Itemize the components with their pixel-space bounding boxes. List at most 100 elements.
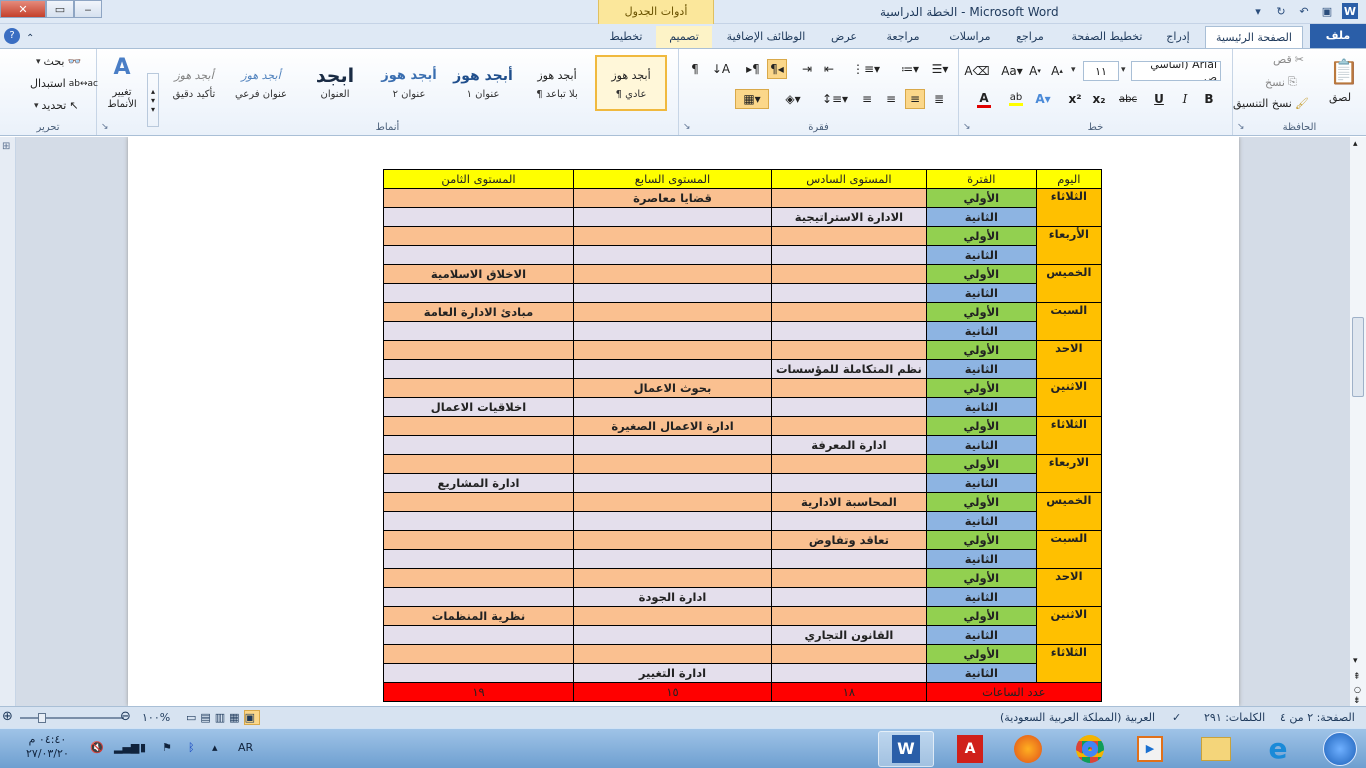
highlight-color-button[interactable]: ab (1003, 89, 1029, 109)
course-cell-level-6[interactable]: الادارة الاستراتيجية (771, 207, 927, 227)
course-cell-level-7[interactable] (573, 473, 772, 493)
course-cell-level-8[interactable]: الاخلاق الاسلامية (383, 264, 574, 284)
period-cell[interactable]: الأولي (925, 530, 1037, 550)
course-cell-level-8[interactable] (383, 454, 574, 474)
day-cell[interactable]: الاثنين (1035, 606, 1102, 645)
font-dialog-launcher-icon[interactable]: ↘ (963, 122, 971, 132)
course-cell-level-8[interactable] (383, 188, 574, 208)
total-level-8[interactable]: ١٩ (383, 682, 574, 702)
replace-button[interactable]: استبدال ab↔ac (30, 77, 98, 90)
period-cell[interactable]: الثانية (925, 663, 1037, 683)
day-cell[interactable]: الثلاثاء (1035, 416, 1102, 455)
total-level-7[interactable]: ١٥ (573, 682, 772, 702)
tab-table-design[interactable]: تصميم (656, 26, 712, 48)
align-left-icon[interactable]: ≡ (857, 89, 877, 109)
input-language[interactable]: AR (238, 741, 253, 754)
zoom-slider[interactable] (4, 707, 124, 729)
superscript-button[interactable]: x² (1065, 89, 1085, 109)
ruler-toggle-icon[interactable]: ⊞ (2, 141, 10, 152)
decrease-indent-icon[interactable]: ⇤ (819, 59, 839, 79)
font-size-box[interactable]: ١١ (1083, 61, 1119, 81)
period-cell[interactable]: الثانية (925, 473, 1037, 493)
course-cell-level-7[interactable] (573, 435, 772, 455)
course-cell-level-8[interactable] (383, 511, 574, 531)
minimize-button[interactable]: ‒ (74, 0, 102, 18)
period-cell[interactable]: الأولي (925, 302, 1037, 322)
period-cell[interactable]: الأولي (925, 454, 1037, 474)
font-size-dropdown-icon[interactable]: ▾ (1071, 65, 1076, 75)
course-cell-level-7[interactable]: قضايا معاصرة (573, 188, 772, 208)
course-cell-level-7[interactable] (573, 245, 772, 265)
find-button[interactable]: ▾ بحث 👓 (36, 55, 81, 68)
day-cell[interactable]: السبت (1035, 530, 1102, 569)
shrink-font-icon[interactable]: A ▾ (1025, 61, 1045, 81)
course-cell-level-8[interactable] (383, 435, 574, 455)
select-button[interactable]: ▾ تحديد ↖ (34, 99, 79, 112)
increase-indent-icon[interactable]: ⇥ (797, 59, 817, 79)
ltr-direction-icon[interactable]: ▸¶ (743, 59, 763, 79)
day-cell[interactable]: الاحد (1035, 340, 1102, 379)
course-cell-level-6[interactable] (771, 188, 927, 208)
style-subtitle[interactable]: أبجد هوز عنوان فرعي (225, 57, 297, 113)
day-cell[interactable]: الثلاثاء (1035, 188, 1102, 227)
taskbar-ie[interactable]: e (1250, 731, 1306, 767)
redo-icon[interactable]: ↻ (1273, 3, 1289, 19)
taskbar-acrobat[interactable]: A (942, 731, 998, 767)
period-cell[interactable]: الثانية (925, 207, 1037, 227)
tab-mailings[interactable]: مراسلات (940, 26, 1000, 48)
document-canvas[interactable]: اليوم الفترة المستوى السادس المستوى السا… (16, 137, 1350, 706)
period-cell[interactable]: الأولي (925, 416, 1037, 436)
period-cell[interactable]: الثانية (925, 359, 1037, 379)
period-cell[interactable]: الأولي (925, 606, 1037, 626)
course-cell-level-8[interactable]: مبادئ الادارة العامة (383, 302, 574, 322)
course-cell-level-7[interactable] (573, 511, 772, 531)
course-cell-level-8[interactable] (383, 492, 574, 512)
scroll-down-icon[interactable]: ▾ (1353, 656, 1358, 666)
period-cell[interactable]: الثانية (925, 283, 1037, 303)
taskbar-firefox[interactable] (1000, 731, 1056, 767)
course-cell-level-6[interactable] (771, 302, 927, 322)
course-cell-level-6[interactable]: نظم المتكاملة للمؤسسات (771, 359, 927, 379)
course-cell-level-6[interactable] (771, 378, 927, 398)
tab-home[interactable]: الصفحة الرئيسية (1205, 26, 1303, 49)
course-cell-level-6[interactable] (771, 340, 927, 360)
day-cell[interactable]: الاربعاء (1035, 454, 1102, 493)
change-styles-button[interactable]: تغيير الأنماط (101, 87, 143, 111)
line-spacing-icon[interactable]: ↕≡▾ (821, 89, 849, 109)
course-cell-level-8[interactable]: ادارة المشاريع (383, 473, 574, 493)
period-cell[interactable]: الأولي (925, 188, 1037, 208)
tab-page-layout[interactable]: تخطيط الصفحة (1062, 26, 1152, 48)
day-cell[interactable]: الاحد (1035, 568, 1102, 607)
course-cell-level-6[interactable] (771, 397, 927, 417)
course-cell-level-8[interactable] (383, 321, 574, 341)
course-cell-level-8[interactable] (383, 340, 574, 360)
font-color-button[interactable]: A (971, 89, 997, 109)
zoom-thumb[interactable] (38, 713, 47, 723)
course-cell-level-7[interactable] (573, 530, 772, 550)
day-cell[interactable]: الخميس (1035, 492, 1102, 531)
course-cell-level-6[interactable] (771, 644, 927, 664)
course-cell-level-6[interactable] (771, 416, 927, 436)
course-cell-level-8[interactable] (383, 568, 574, 588)
course-cell-level-8[interactable] (383, 226, 574, 246)
period-cell[interactable]: الأولي (925, 340, 1037, 360)
copy-button[interactable]: نسخ ⎘ (1265, 75, 1297, 89)
period-cell[interactable]: الأولي (925, 226, 1037, 246)
course-cell-level-6[interactable]: القانون التجاري (771, 625, 927, 645)
tab-references[interactable]: مراجع (1008, 26, 1052, 48)
header-day[interactable]: اليوم (1035, 169, 1102, 189)
course-cell-level-7[interactable] (573, 340, 772, 360)
align-center-icon[interactable]: ≡ (881, 89, 901, 109)
start-button[interactable] (1312, 731, 1366, 767)
course-cell-level-6[interactable] (771, 245, 927, 265)
bullets-icon[interactable]: ☰▾ (927, 59, 953, 79)
course-cell-level-8[interactable] (383, 625, 574, 645)
taskbar-media-player[interactable]: ▶ (1122, 731, 1178, 767)
header-period[interactable]: الفترة (925, 169, 1037, 189)
power-icon[interactable]: ▮ (140, 741, 146, 754)
course-cell-level-7[interactable]: ادارة الاعمال الصغيرة (573, 416, 772, 436)
scroll-up-icon[interactable]: ▴ (1353, 139, 1358, 149)
totals-label[interactable]: عدد الساعات (925, 682, 1102, 702)
course-cell-level-7[interactable] (573, 264, 772, 284)
course-cell-level-6[interactable] (771, 606, 927, 626)
